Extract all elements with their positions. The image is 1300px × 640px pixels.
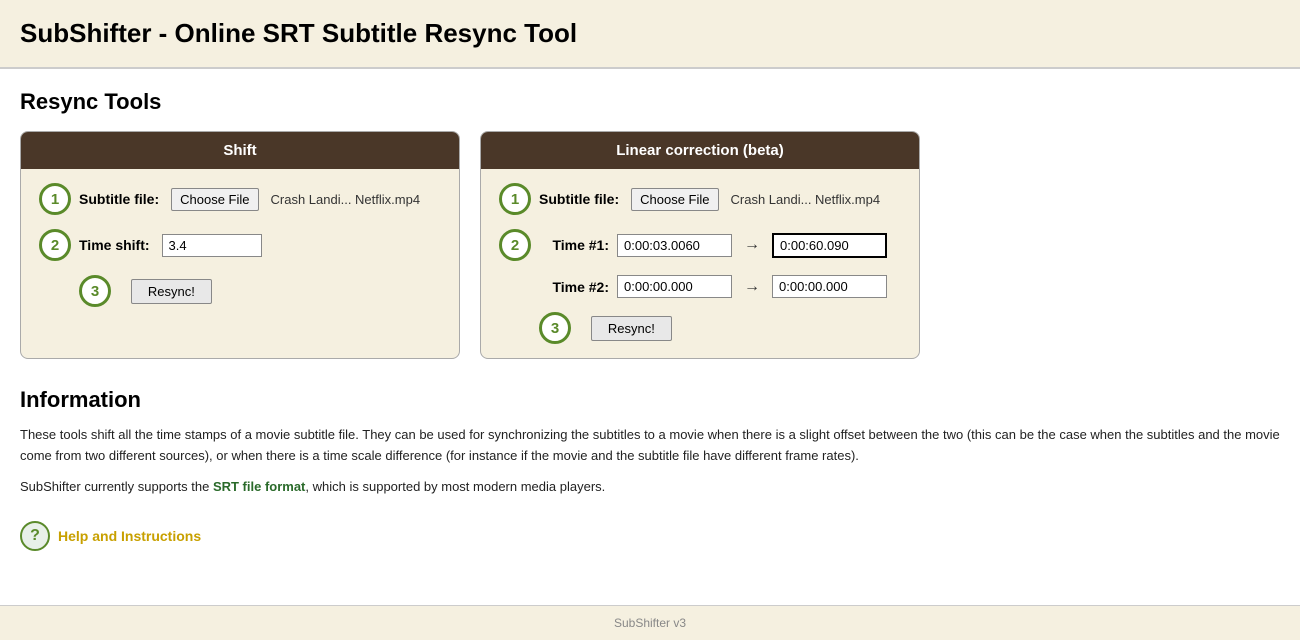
tools-row: Shift 1 Subtitle file: Choose File Crash…: [20, 131, 1280, 359]
info-para2-prefix: SubShifter currently supports the: [20, 479, 213, 494]
linear-step1-label: Subtitle file:: [539, 191, 619, 207]
information-para2: SubShifter currently supports the SRT fi…: [20, 477, 1280, 498]
linear-time2-to-input[interactable]: [772, 275, 887, 298]
linear-time1-from-input[interactable]: [617, 234, 732, 257]
information-section: Information These tools shift all the ti…: [20, 387, 1280, 497]
shift-step3-circle: 3: [79, 275, 111, 307]
shift-panel: Shift 1 Subtitle file: Choose File Crash…: [20, 131, 460, 359]
main-content: Resync Tools Shift 1 Subtitle file: Choo…: [0, 69, 1300, 591]
footer: SubShifter v3: [0, 605, 1300, 640]
shift-step2-label: Time shift:: [79, 237, 150, 253]
linear-time1-label: Time #1:: [539, 237, 609, 253]
shift-panel-body: 1 Subtitle file: Choose File Crash Landi…: [21, 169, 459, 321]
linear-panel-body: 1 Subtitle file: Choose File Crash Landi…: [481, 169, 919, 358]
shift-step1-circle: 1: [39, 183, 71, 215]
resync-tools-heading: Resync Tools: [20, 89, 1280, 115]
linear-step2b-row: Time #2: →: [499, 275, 901, 298]
footer-text: SubShifter v3: [614, 616, 686, 630]
help-link[interactable]: Help and Instructions: [58, 528, 201, 544]
linear-step1-circle: 1: [499, 183, 531, 215]
linear-time2-from-input[interactable]: [617, 275, 732, 298]
linear-time1-arrow: →: [744, 236, 760, 254]
linear-step3-row: 3 Resync!: [499, 312, 901, 344]
information-title: Information: [20, 387, 1280, 413]
help-section: ? Help and Instructions: [20, 521, 1280, 551]
linear-step2-row: 2 Time #1: →: [499, 229, 901, 261]
help-icon: ?: [20, 521, 50, 551]
shift-panel-header: Shift: [21, 132, 459, 169]
linear-step1-row: 1 Subtitle file: Choose File Crash Landi…: [499, 183, 901, 215]
linear-file-name: Crash Landi... Netflix.mp4: [731, 192, 881, 207]
linear-choose-file-button[interactable]: Choose File: [631, 188, 718, 211]
shift-step2-circle: 2: [39, 229, 71, 261]
page-header: SubShifter - Online SRT Subtitle Resync …: [0, 0, 1300, 69]
linear-step2-circle: 2: [499, 229, 531, 261]
shift-step1-label: Subtitle file:: [79, 191, 159, 207]
linear-panel-header: Linear correction (beta): [481, 132, 919, 169]
shift-time-input[interactable]: [162, 234, 262, 257]
information-para1: These tools shift all the time stamps of…: [20, 425, 1280, 467]
shift-step3-row: 3 Resync!: [39, 275, 441, 307]
linear-panel: Linear correction (beta) 1 Subtitle file…: [480, 131, 920, 359]
shift-step2-row: 2 Time shift:: [39, 229, 441, 261]
linear-time2-label: Time #2:: [539, 279, 609, 295]
shift-step1-row: 1 Subtitle file: Choose File Crash Landi…: [39, 183, 441, 215]
srt-format-link[interactable]: SRT file format: [213, 479, 305, 494]
linear-resync-button[interactable]: Resync!: [591, 316, 672, 341]
shift-choose-file-button[interactable]: Choose File: [171, 188, 258, 211]
linear-step3-circle: 3: [539, 312, 571, 344]
linear-time1-to-input[interactable]: [772, 233, 887, 258]
shift-file-name: Crash Landi... Netflix.mp4: [271, 192, 421, 207]
page-title: SubShifter - Online SRT Subtitle Resync …: [20, 18, 1280, 49]
shift-resync-button[interactable]: Resync!: [131, 279, 212, 304]
linear-time2-arrow: →: [744, 278, 760, 296]
info-para2-suffix: , which is supported by most modern medi…: [305, 479, 605, 494]
